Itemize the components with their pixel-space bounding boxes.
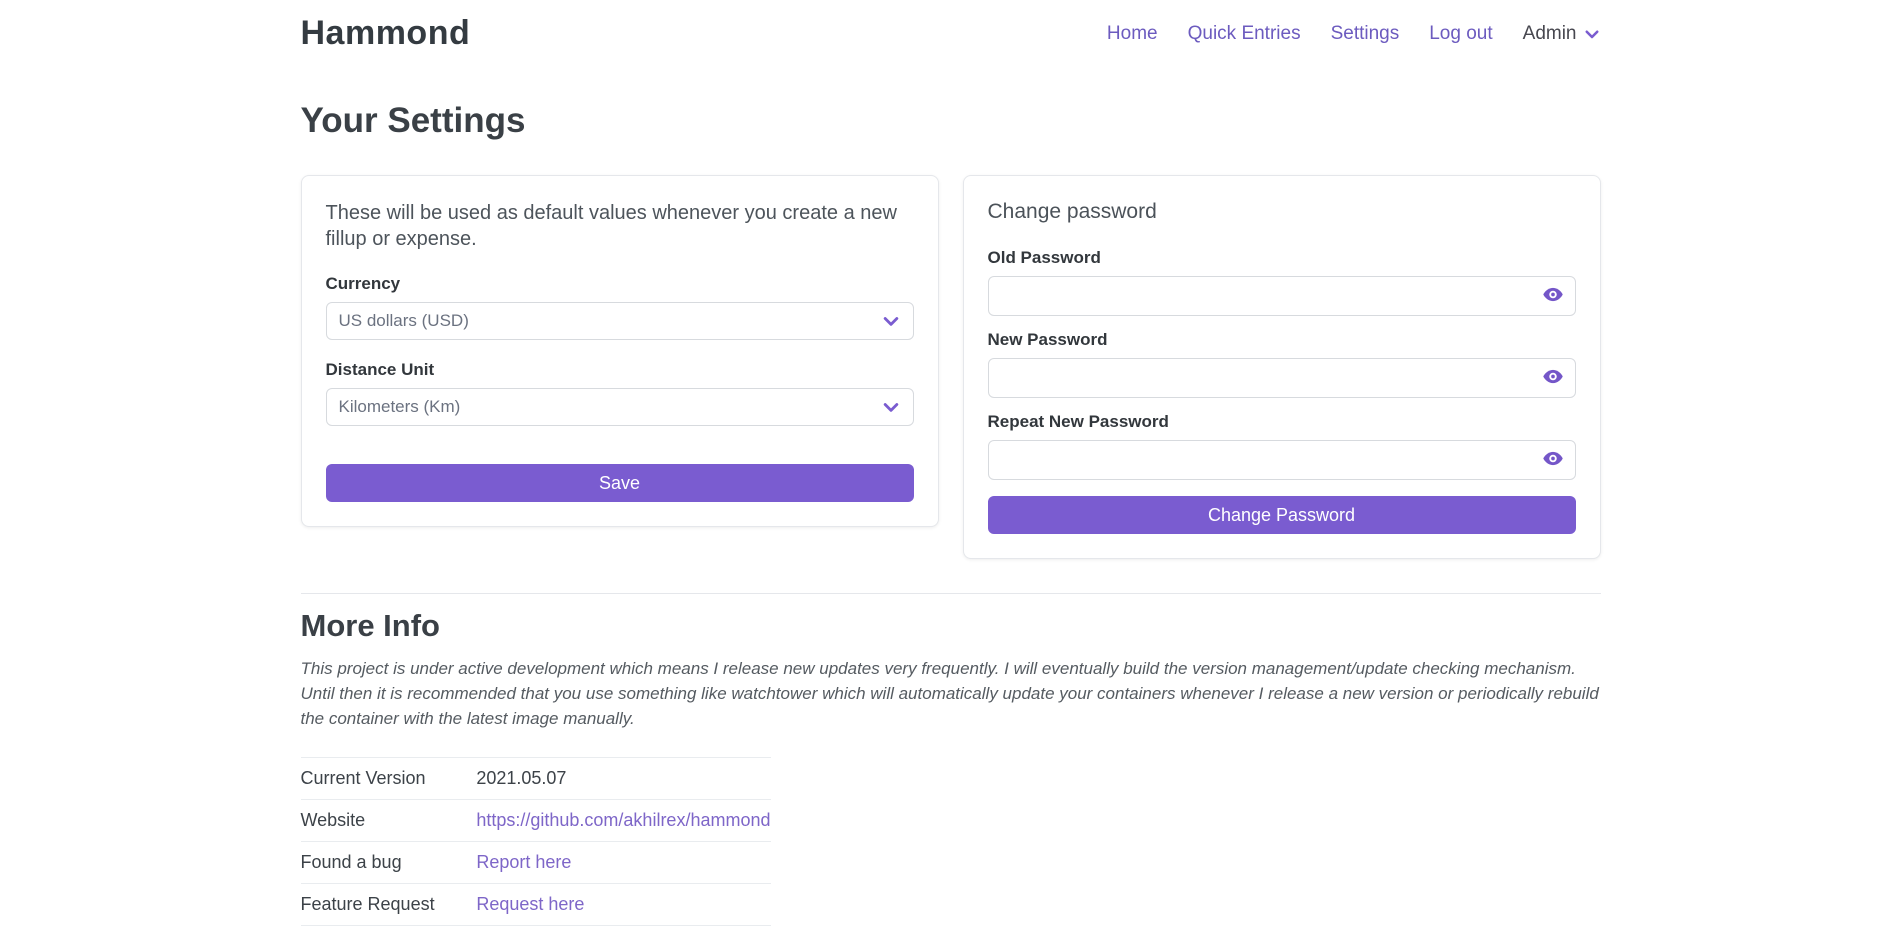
- info-row-label: Found a bug: [301, 842, 477, 884]
- defaults-intro-text: These will be used as default values whe…: [326, 200, 914, 252]
- distance-unit-select[interactable]: Kilometers (Km): [326, 388, 914, 426]
- toggle-repeat-password-visibility-button[interactable]: [1540, 446, 1566, 475]
- table-row: Feature Request Request here: [301, 884, 771, 926]
- table-row: Current Version 2021.05.07: [301, 758, 771, 800]
- report-bug-link[interactable]: Report here: [476, 852, 571, 872]
- app-header: Hammond Home Quick Entries Settings Log …: [0, 0, 1901, 53]
- default-values-card: These will be used as default values whe…: [301, 175, 939, 527]
- chevron-down-icon: [1583, 25, 1601, 43]
- info-table: Current Version 2021.05.07 Website https…: [301, 757, 771, 926]
- feature-request-link[interactable]: Request here: [476, 894, 584, 914]
- info-row-label: Website: [301, 800, 477, 842]
- user-menu-label: Admin: [1523, 23, 1577, 45]
- section-divider: [301, 593, 1601, 594]
- website-link[interactable]: https://github.com/akhilrex/hammond: [476, 810, 770, 830]
- old-password-input[interactable]: [988, 276, 1576, 316]
- development-note: This project is under active development…: [301, 656, 1601, 731]
- eye-icon: [1542, 448, 1564, 473]
- new-password-label: New Password: [988, 330, 1576, 350]
- distance-unit-select-value: Kilometers (Km): [339, 397, 461, 417]
- table-row: Found a bug Report here: [301, 842, 771, 884]
- change-password-button[interactable]: Change Password: [988, 496, 1576, 534]
- currency-select[interactable]: US dollars (USD): [326, 302, 914, 340]
- new-password-input[interactable]: [988, 358, 1576, 398]
- toggle-old-password-visibility-button[interactable]: [1540, 282, 1566, 311]
- chevron-down-icon: [881, 397, 901, 417]
- eye-icon: [1542, 284, 1564, 309]
- main-nav: Home Quick Entries Settings Log out Admi…: [1107, 23, 1601, 45]
- old-password-label: Old Password: [988, 248, 1576, 268]
- nav-item-home[interactable]: Home: [1107, 23, 1158, 45]
- distance-unit-label: Distance Unit: [326, 360, 914, 380]
- currency-label: Currency: [326, 274, 914, 294]
- change-password-title: Change password: [988, 200, 1576, 224]
- app-logo[interactable]: Hammond: [301, 14, 471, 53]
- chevron-down-icon: [881, 311, 901, 331]
- user-menu[interactable]: Admin: [1523, 23, 1601, 45]
- more-info-title: More Info: [301, 608, 1601, 644]
- toggle-new-password-visibility-button[interactable]: [1540, 364, 1566, 393]
- repeat-new-password-input[interactable]: [988, 440, 1576, 480]
- page-title: Your Settings: [301, 101, 1601, 141]
- eye-icon: [1542, 366, 1564, 391]
- current-version-value: 2021.05.07: [476, 758, 770, 800]
- change-password-card: Change password Old Password New Passwor…: [963, 175, 1601, 559]
- currency-select-value: US dollars (USD): [339, 311, 469, 331]
- info-row-label: Current Version: [301, 758, 477, 800]
- save-button[interactable]: Save: [326, 464, 914, 502]
- nav-item-quick-entries[interactable]: Quick Entries: [1188, 23, 1301, 45]
- repeat-new-password-label: Repeat New Password: [988, 412, 1576, 432]
- info-row-label: Feature Request: [301, 884, 477, 926]
- table-row: Website https://github.com/akhilrex/hamm…: [301, 800, 771, 842]
- nav-item-logout[interactable]: Log out: [1429, 23, 1492, 45]
- nav-item-settings[interactable]: Settings: [1331, 23, 1400, 45]
